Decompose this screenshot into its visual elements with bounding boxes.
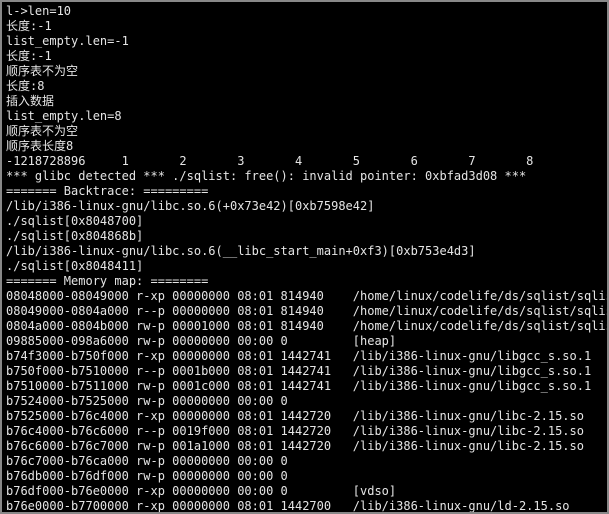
memory-map-line-5: b750f000-b7510000 r--p 0001b000 08:01 14… bbox=[6, 364, 603, 379]
terminal-output: l->len=10长度:-1list_empty.len=-1长度:-1顺序表不… bbox=[2, 2, 607, 514]
header-line-7: list_empty.len=8 bbox=[6, 109, 603, 124]
header-line-14: ./sqlist[0x8048700] bbox=[6, 214, 603, 229]
memory-map-line-13: b76df000-b76e0000 r-xp 00000000 00:00 0 … bbox=[6, 484, 603, 499]
memory-map-line-3: 09885000-098a6000 rw-p 00000000 00:00 0 … bbox=[6, 334, 603, 349]
header-line-6: 插入数据 bbox=[6, 94, 603, 109]
memory-map-line-9: b76c4000-b76c6000 r--p 0019f000 08:01 14… bbox=[6, 424, 603, 439]
header-line-15: ./sqlist[0x804868b] bbox=[6, 229, 603, 244]
terminal-window: l->len=10长度:-1list_empty.len=-1长度:-1顺序表不… bbox=[0, 0, 609, 514]
header-line-0: l->len=10 bbox=[6, 4, 603, 19]
memory-map-line-11: b76c7000-b76ca000 rw-p 00000000 00:00 0 bbox=[6, 454, 603, 469]
memory-map-line-1: 08049000-0804a000 r--p 00000000 08:01 81… bbox=[6, 304, 603, 319]
memory-map-line-0: 08048000-08049000 r-xp 00000000 08:01 81… bbox=[6, 289, 603, 304]
header-line-12: ======= Backtrace: ========= bbox=[6, 184, 603, 199]
header-line-18: ======= Memory map: ======== bbox=[6, 274, 603, 289]
header-line-11: *** glibc detected *** ./sqlist: free():… bbox=[6, 169, 603, 184]
header-line-16: /lib/i386-linux-gnu/libc.so.6(__libc_sta… bbox=[6, 244, 603, 259]
memory-map-line-7: b7524000-b7525000 rw-p 00000000 00:00 0 bbox=[6, 394, 603, 409]
header-line-3: 长度:-1 bbox=[6, 49, 603, 64]
memory-map-line-10: b76c6000-b76c7000 rw-p 001a1000 08:01 14… bbox=[6, 439, 603, 454]
memory-map-line-14: b76e0000-b7700000 r-xp 00000000 08:01 14… bbox=[6, 499, 603, 514]
header-line-1: 长度:-1 bbox=[6, 19, 603, 34]
header-line-13: /lib/i386-linux-gnu/libc.so.6(+0x73e42)[… bbox=[6, 199, 603, 214]
header-line-5: 长度:8 bbox=[6, 79, 603, 94]
header-line-17: ./sqlist[0x8048411] bbox=[6, 259, 603, 274]
memory-map-line-12: b76db000-b76df000 rw-p 00000000 00:00 0 bbox=[6, 469, 603, 484]
memory-map-line-2: 0804a000-0804b000 rw-p 00001000 08:01 81… bbox=[6, 319, 603, 334]
memory-map-line-8: b7525000-b76c4000 r-xp 00000000 08:01 14… bbox=[6, 409, 603, 424]
header-line-8: 顺序表不为空 bbox=[6, 124, 603, 139]
header-line-4: 顺序表不为空 bbox=[6, 64, 603, 79]
header-line-2: list_empty.len=-1 bbox=[6, 34, 603, 49]
header-line-10: -1218728896 1 2 3 4 5 6 7 8 bbox=[6, 154, 603, 169]
memory-map-line-6: b7510000-b7511000 rw-p 0001c000 08:01 14… bbox=[6, 379, 603, 394]
memory-map-line-4: b74f3000-b750f000 r-xp 00000000 08:01 14… bbox=[6, 349, 603, 364]
header-line-9: 顺序表长度8 bbox=[6, 139, 603, 154]
